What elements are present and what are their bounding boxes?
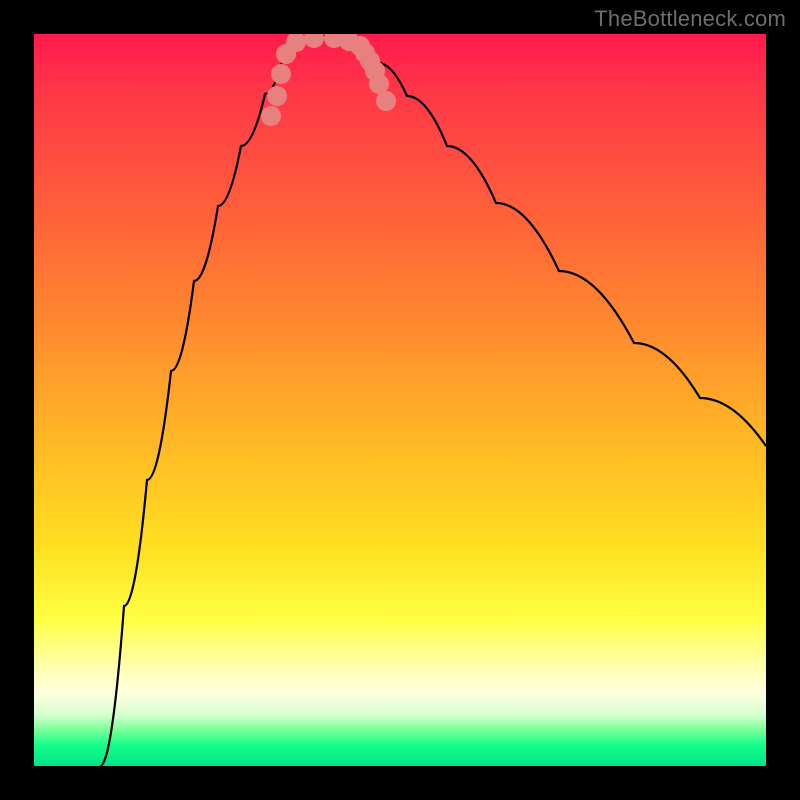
data-marker bbox=[365, 61, 385, 81]
watermark-text: TheBottleneck.com bbox=[594, 6, 786, 32]
bottleneck-curve-path bbox=[100, 36, 766, 766]
data-marker bbox=[324, 34, 344, 48]
data-marker bbox=[350, 36, 370, 56]
data-marker bbox=[355, 43, 375, 63]
data-marker bbox=[360, 51, 380, 71]
data-marker bbox=[267, 86, 287, 106]
data-marker bbox=[261, 106, 281, 126]
data-marker bbox=[304, 34, 324, 48]
gradient-plot-area bbox=[34, 34, 766, 766]
bottleneck-curve bbox=[34, 34, 766, 766]
data-marker bbox=[276, 44, 296, 64]
data-marker bbox=[339, 34, 359, 51]
data-marker bbox=[369, 74, 389, 94]
data-marker bbox=[271, 64, 291, 84]
chart-frame: TheBottleneck.com bbox=[0, 0, 800, 800]
data-marker bbox=[286, 34, 306, 52]
data-marker bbox=[376, 91, 396, 111]
